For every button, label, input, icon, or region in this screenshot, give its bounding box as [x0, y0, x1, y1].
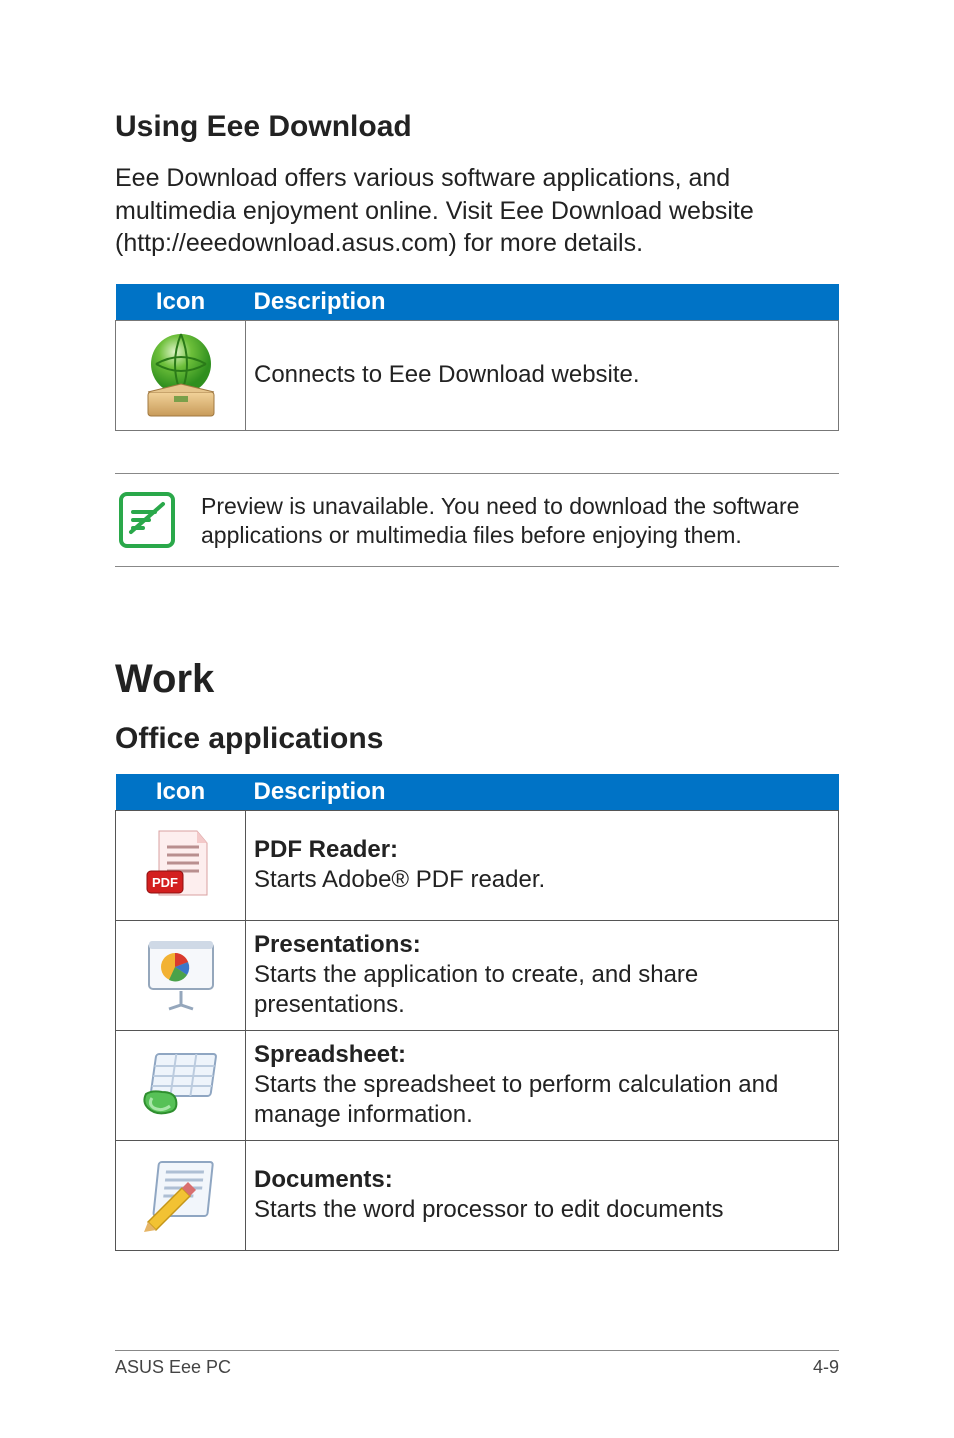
- note-icon: [115, 488, 179, 552]
- pdf-icon-cell: PDF: [116, 810, 246, 920]
- globe-box-icon: [136, 330, 226, 420]
- eee-download-desc: Connects to Eee Download website.: [246, 320, 839, 430]
- footer-left: ASUS Eee PC: [115, 1357, 231, 1378]
- pdf-title: PDF Reader:: [254, 836, 398, 863]
- table-row: Spreadsheet: Starts the spreadsheet to p…: [116, 1030, 839, 1140]
- eee-download-table: Icon Description: [115, 284, 839, 431]
- page-footer: ASUS Eee PC 4-9: [115, 1350, 839, 1378]
- spreadsheet-desc: Spreadsheet: Starts the spreadsheet to p…: [246, 1030, 839, 1140]
- table1-header-icon: Icon: [116, 284, 246, 321]
- table2-header-icon: Icon: [116, 774, 246, 811]
- table1-header-desc: Description: [246, 284, 839, 321]
- pdf-desc: PDF Reader: Starts Adobe® PDF reader.: [246, 810, 839, 920]
- spreadsheet-body: Starts the spreadsheet to perform calcul…: [254, 1071, 778, 1128]
- spreadsheet-icon: [138, 1042, 224, 1128]
- using-eee-download-heading: Using Eee Download: [115, 110, 839, 144]
- svg-text:PDF: PDF: [152, 875, 178, 890]
- table-row: Connects to Eee Download website.: [116, 320, 839, 430]
- table-row: Presentations: Starts the application to…: [116, 920, 839, 1030]
- footer-right: 4-9: [813, 1357, 839, 1378]
- table2-header-desc: Description: [246, 774, 839, 811]
- work-heading: Work: [115, 657, 839, 702]
- eee-download-icon-cell: [116, 320, 246, 430]
- presentations-desc: Presentations: Starts the application to…: [246, 920, 839, 1030]
- documents-title: Documents:: [254, 1166, 393, 1193]
- pdf-body: Starts Adobe® PDF reader.: [254, 866, 545, 893]
- spreadsheet-title: Spreadsheet:: [254, 1041, 406, 1068]
- intro-body: Eee Download offers various software app…: [115, 162, 839, 260]
- note-callout: Preview is unavailable. You need to down…: [115, 473, 839, 567]
- documents-icon: [138, 1152, 224, 1238]
- pdf-icon: PDF: [141, 825, 221, 905]
- documents-icon-cell: [116, 1140, 246, 1250]
- table-row: Documents: Starts the word processor to …: [116, 1140, 839, 1250]
- presentations-icon-cell: [116, 920, 246, 1030]
- office-apps-heading: Office applications: [115, 722, 839, 756]
- presentations-body: Starts the application to create, and sh…: [254, 961, 698, 1018]
- documents-body: Starts the word processor to edit docume…: [254, 1196, 724, 1223]
- office-apps-table: Icon Description PDF PDF Reader: Starts …: [115, 774, 839, 1251]
- note-text: Preview is unavailable. You need to down…: [201, 488, 839, 552]
- table-row: PDF PDF Reader: Starts Adobe® PDF reader…: [116, 810, 839, 920]
- spreadsheet-icon-cell: [116, 1030, 246, 1140]
- presentations-title: Presentations:: [254, 931, 421, 958]
- presentations-icon: [139, 933, 223, 1017]
- documents-desc: Documents: Starts the word processor to …: [246, 1140, 839, 1250]
